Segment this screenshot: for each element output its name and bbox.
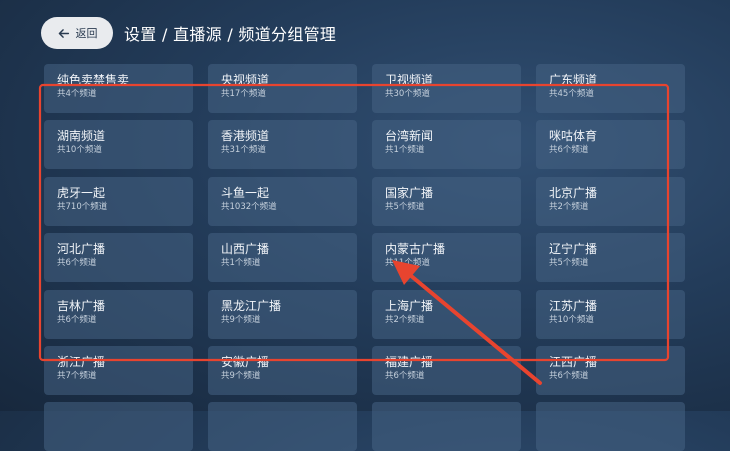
channel-group-card[interactable]: 咪咕体育共6个频道 [536, 120, 685, 169]
group-channel-count: 共6个频道 [57, 258, 97, 268]
group-channel-count: 共4个频道 [57, 89, 97, 99]
channel-group-card[interactable]: 江苏广播共10个频道 [536, 290, 685, 339]
back-button[interactable]: 返回 [41, 17, 113, 49]
group-channel-count: 共10个频道 [549, 315, 594, 325]
group-channel-count: 共6个频道 [549, 371, 589, 381]
group-channel-count: 共1个频道 [385, 145, 425, 155]
back-label: 返回 [75, 27, 98, 40]
group-title: 江西广播 [549, 355, 598, 369]
channel-group-card[interactable]: 北京广播共2个频道 [536, 177, 685, 226]
channel-group-card[interactable]: 吉林广播共6个频道 [44, 290, 193, 339]
group-channel-count: 共5个频道 [385, 202, 425, 212]
group-channel-count: 共2个频道 [549, 202, 589, 212]
channel-group-card[interactable]: 纯色卖禁售卖共4个频道 [44, 64, 193, 113]
channel-group-card[interactable]: 河北广播共6个频道 [44, 233, 193, 282]
group-title: 安徽广播 [221, 355, 270, 369]
channel-group-card[interactable] [44, 402, 193, 451]
channel-group-card[interactable]: 上海广播共2个频道 [372, 290, 521, 339]
channel-group-card[interactable]: 福建广播共6个频道 [372, 346, 521, 395]
group-title: 国家广播 [385, 186, 434, 200]
group-channel-count: 共45个频道 [549, 89, 594, 99]
channel-group-card[interactable]: 辽宁广播共5个频道 [536, 233, 685, 282]
channel-group-card[interactable] [208, 402, 357, 451]
group-channel-count: 共7个频道 [57, 371, 97, 381]
group-channel-count: 共2个频道 [385, 315, 425, 325]
channel-group-card[interactable]: 香港频道共31个频道 [208, 120, 357, 169]
group-channel-count: 共6个频道 [57, 315, 97, 325]
group-channel-count: 共5个频道 [549, 258, 589, 268]
group-title: 河北广播 [57, 242, 106, 256]
group-channel-count: 共9个频道 [221, 315, 261, 325]
group-title: 虎牙一起 [57, 186, 106, 200]
channel-group-card[interactable]: 卫视频道共30个频道 [372, 64, 521, 113]
channel-group-card[interactable]: 浙江广播共7个频道 [44, 346, 193, 395]
group-channel-count: 共9个频道 [221, 371, 261, 381]
group-title: 咪咕体育 [549, 129, 598, 143]
group-title: 香港频道 [221, 129, 270, 143]
channel-group-card[interactable]: 广东频道共45个频道 [536, 64, 685, 113]
group-title: 山西广播 [221, 242, 270, 256]
group-title: 央视频道 [221, 73, 270, 87]
group-title: 湖南频道 [57, 129, 106, 143]
group-channel-count: 共11个频道 [385, 258, 430, 268]
channel-group-card[interactable]: 江西广播共6个频道 [536, 346, 685, 395]
breadcrumb: 设置 / 直播源 / 频道分组管理 [124, 25, 337, 44]
group-channel-count: 共10个频道 [57, 145, 102, 155]
group-title: 上海广播 [385, 299, 434, 313]
group-channel-count: 共1个频道 [221, 258, 261, 268]
group-channel-count: 共31个频道 [221, 145, 266, 155]
channel-group-card[interactable]: 山西广播共1个频道 [208, 233, 357, 282]
arrow-left-icon [58, 28, 69, 38]
channel-group-card[interactable]: 内蒙古广播共11个频道 [372, 233, 521, 282]
group-title: 内蒙古广播 [385, 242, 446, 256]
channel-group-card[interactable] [536, 402, 685, 451]
channel-group-card[interactable]: 黑龙江广播共9个频道 [208, 290, 357, 339]
channel-group-card[interactable]: 斗鱼一起共1032个频道 [208, 177, 357, 226]
group-channel-count: 共6个频道 [385, 371, 425, 381]
channel-group-card[interactable]: 国家广播共5个频道 [372, 177, 521, 226]
group-channel-count: 共17个频道 [221, 89, 266, 99]
channel-group-card[interactable]: 台湾新闻共1个频道 [372, 120, 521, 169]
group-title: 吉林广播 [57, 299, 106, 313]
group-title: 台湾新闻 [385, 129, 434, 143]
channel-group-card[interactable] [372, 402, 521, 451]
group-title: 江苏广播 [549, 299, 598, 313]
group-channel-count: 共1032个频道 [221, 202, 277, 212]
group-title: 浙江广播 [57, 355, 106, 369]
group-channel-count: 共710个频道 [57, 202, 108, 212]
channel-group-card[interactable]: 央视频道共17个频道 [208, 64, 357, 113]
channel-group-card[interactable]: 虎牙一起共710个频道 [44, 177, 193, 226]
channel-group-card[interactable]: 湖南频道共10个频道 [44, 120, 193, 169]
header: 返回 设置 / 直播源 / 频道分组管理 [41, 17, 336, 49]
group-title: 卫视频道 [385, 73, 434, 87]
channel-group-card[interactable]: 安徽广播共9个频道 [208, 346, 357, 395]
group-title: 北京广播 [549, 186, 598, 200]
group-channel-count: 共30个频道 [385, 89, 430, 99]
group-title: 广东频道 [549, 73, 598, 87]
group-title: 纯色卖禁售卖 [57, 73, 130, 87]
group-title: 黑龙江广播 [221, 299, 282, 313]
group-title: 福建广播 [385, 355, 434, 369]
group-title: 斗鱼一起 [221, 186, 270, 200]
group-title: 辽宁广播 [549, 242, 598, 256]
group-channel-count: 共6个频道 [549, 145, 589, 155]
